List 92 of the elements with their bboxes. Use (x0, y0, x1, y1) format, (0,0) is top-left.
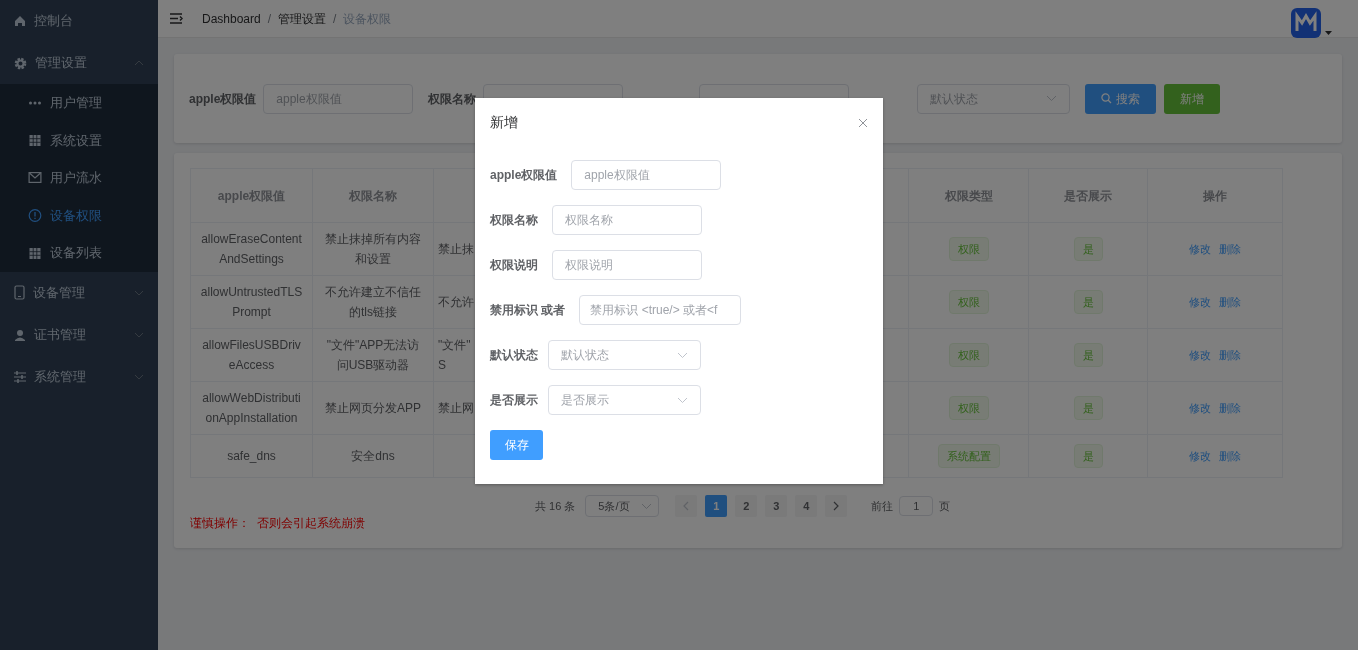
input-field[interactable]: 禁用标识 <true/> 或者<f (579, 295, 742, 325)
field-label: 权限名称 (428, 90, 477, 108)
select-field[interactable]: 默认状态 (548, 340, 701, 370)
info-icon (28, 209, 42, 223)
gear-icon (14, 56, 27, 70)
table-cell: "文件"APP无法访问USB驱动器 (312, 328, 434, 382)
table-cell: allowUntrustedTLSPrompt (190, 275, 313, 329)
page-suffix: 页 (939, 498, 951, 514)
page-size-select[interactable]: 5条/页 (585, 495, 660, 517)
breadcrumb-separator: / (333, 10, 337, 28)
status-tag: 是 (1073, 237, 1103, 261)
sidebar-item[interactable]: 证书管理 (0, 313, 158, 356)
table-cell: 安全dns (312, 434, 434, 478)
sidebar-subitem[interactable]: 用户管理 (0, 84, 158, 122)
chevron-icon (833, 501, 840, 511)
person-icon (14, 328, 26, 341)
dots-icon (28, 99, 42, 106)
menu-icon[interactable] (170, 13, 183, 24)
status-tag: 是 (1073, 396, 1103, 420)
grid-icon (28, 247, 42, 259)
sidebar-item[interactable]: 管理设置 (0, 42, 158, 84)
input-field[interactable]: apple权限值 (571, 160, 722, 190)
sidebar-subitem[interactable]: 系统设置 (0, 121, 158, 160)
breadcrumb-separator: / (267, 10, 272, 28)
chevron-icon (1046, 95, 1058, 102)
status-tag: 是 (1073, 343, 1103, 367)
table-cell: 禁止抹掉所有内容和设置 (312, 222, 434, 276)
search-button[interactable]: 搜索 (1085, 83, 1157, 114)
sliders-icon (14, 370, 26, 383)
breadcrumb-item[interactable]: Dashboard (202, 9, 261, 28)
table-cell: 禁止网页分发APP (312, 381, 434, 435)
chevron-icon (677, 396, 688, 404)
field-label: 是否展示 (490, 392, 538, 409)
breadcrumb-item[interactable]: 管理设置 (278, 9, 327, 28)
warning-text: 谨慎操作： 否则会引起系统崩溃 (190, 515, 366, 532)
field-label: 权限说明 (490, 257, 538, 274)
delete-link[interactable]: 删除 (1219, 243, 1241, 255)
sidebar-subitem[interactable]: 用户流水 (0, 159, 158, 197)
type-tag: 权限 (948, 343, 989, 367)
status-tag: 是 (1073, 444, 1103, 468)
field-label: apple权限值 (189, 90, 257, 108)
chevron-icon (677, 351, 688, 359)
edit-link[interactable]: 修改 (1189, 296, 1211, 308)
edit-link[interactable]: 修改 (1189, 243, 1211, 255)
grid-icon (28, 134, 42, 146)
close-icon[interactable] (858, 117, 868, 128)
sidebar-item[interactable]: 系统管理 (0, 355, 158, 398)
field-label: 默认状态 (490, 347, 538, 364)
sidebar-subitem[interactable]: 设备列表 (0, 234, 158, 272)
chevron-icon (683, 501, 690, 511)
chevron-icon (641, 502, 653, 510)
type-tag: 权限 (948, 237, 989, 261)
delete-link[interactable]: 删除 (1219, 296, 1241, 308)
next-page-button[interactable] (825, 495, 848, 517)
modal-title: 新增 (490, 113, 518, 132)
delete-link[interactable]: 删除 (1219, 450, 1241, 462)
page-button[interactable]: 2 (735, 495, 758, 517)
edit-link[interactable]: 修改 (1189, 402, 1211, 414)
edit-link[interactable]: 修改 (1189, 349, 1211, 361)
table-cell: 不允许建立不信任的tls链接 (312, 275, 434, 329)
delete-link[interactable]: 删除 (1219, 349, 1241, 361)
goto-label: 前往 (871, 498, 894, 514)
table-cell: allowFilesUSBDriveAccess (190, 328, 313, 382)
field-label: apple权限值 (490, 167, 558, 184)
select-field[interactable]: 是否展示 (548, 385, 701, 415)
sidebar-subitem[interactable]: 设备权限 (0, 196, 158, 235)
sidebar-item[interactable]: 控制台 (0, 0, 158, 42)
page-button[interactable]: 3 (765, 495, 788, 517)
table-cell: allowWebDistributionAppInstallation (190, 381, 313, 435)
tablet-icon (14, 285, 25, 301)
field-label: 禁用标识 或者 (490, 302, 566, 319)
caret-icon[interactable] (1325, 30, 1332, 36)
input-field[interactable]: 权限说明 (552, 250, 702, 280)
add-button[interactable]: 新增 (1164, 83, 1221, 114)
type-tag: 权限 (948, 396, 989, 420)
search-icon (1101, 93, 1113, 104)
status-tag: 是 (1073, 290, 1103, 314)
save-button[interactable]: 保存 (490, 430, 543, 460)
logo-icon[interactable] (1291, 7, 1321, 38)
envelope-icon (28, 172, 42, 184)
type-tag: 权限 (948, 290, 989, 314)
page-button[interactable]: 4 (795, 495, 818, 517)
home-icon (14, 15, 26, 27)
table-cell: allowEraseContentAndSettings (190, 222, 313, 276)
total-count: 共 16 条 (535, 498, 576, 514)
edit-link[interactable]: 修改 (1189, 450, 1211, 462)
page-button[interactable]: 1 (705, 495, 728, 517)
input-field[interactable]: 权限名称 (552, 205, 702, 235)
type-tag: 系统配置 (937, 444, 1000, 468)
page-input[interactable]: 1 (899, 496, 934, 516)
table-cell: safe_dns (190, 434, 313, 478)
delete-link[interactable]: 删除 (1219, 402, 1241, 414)
